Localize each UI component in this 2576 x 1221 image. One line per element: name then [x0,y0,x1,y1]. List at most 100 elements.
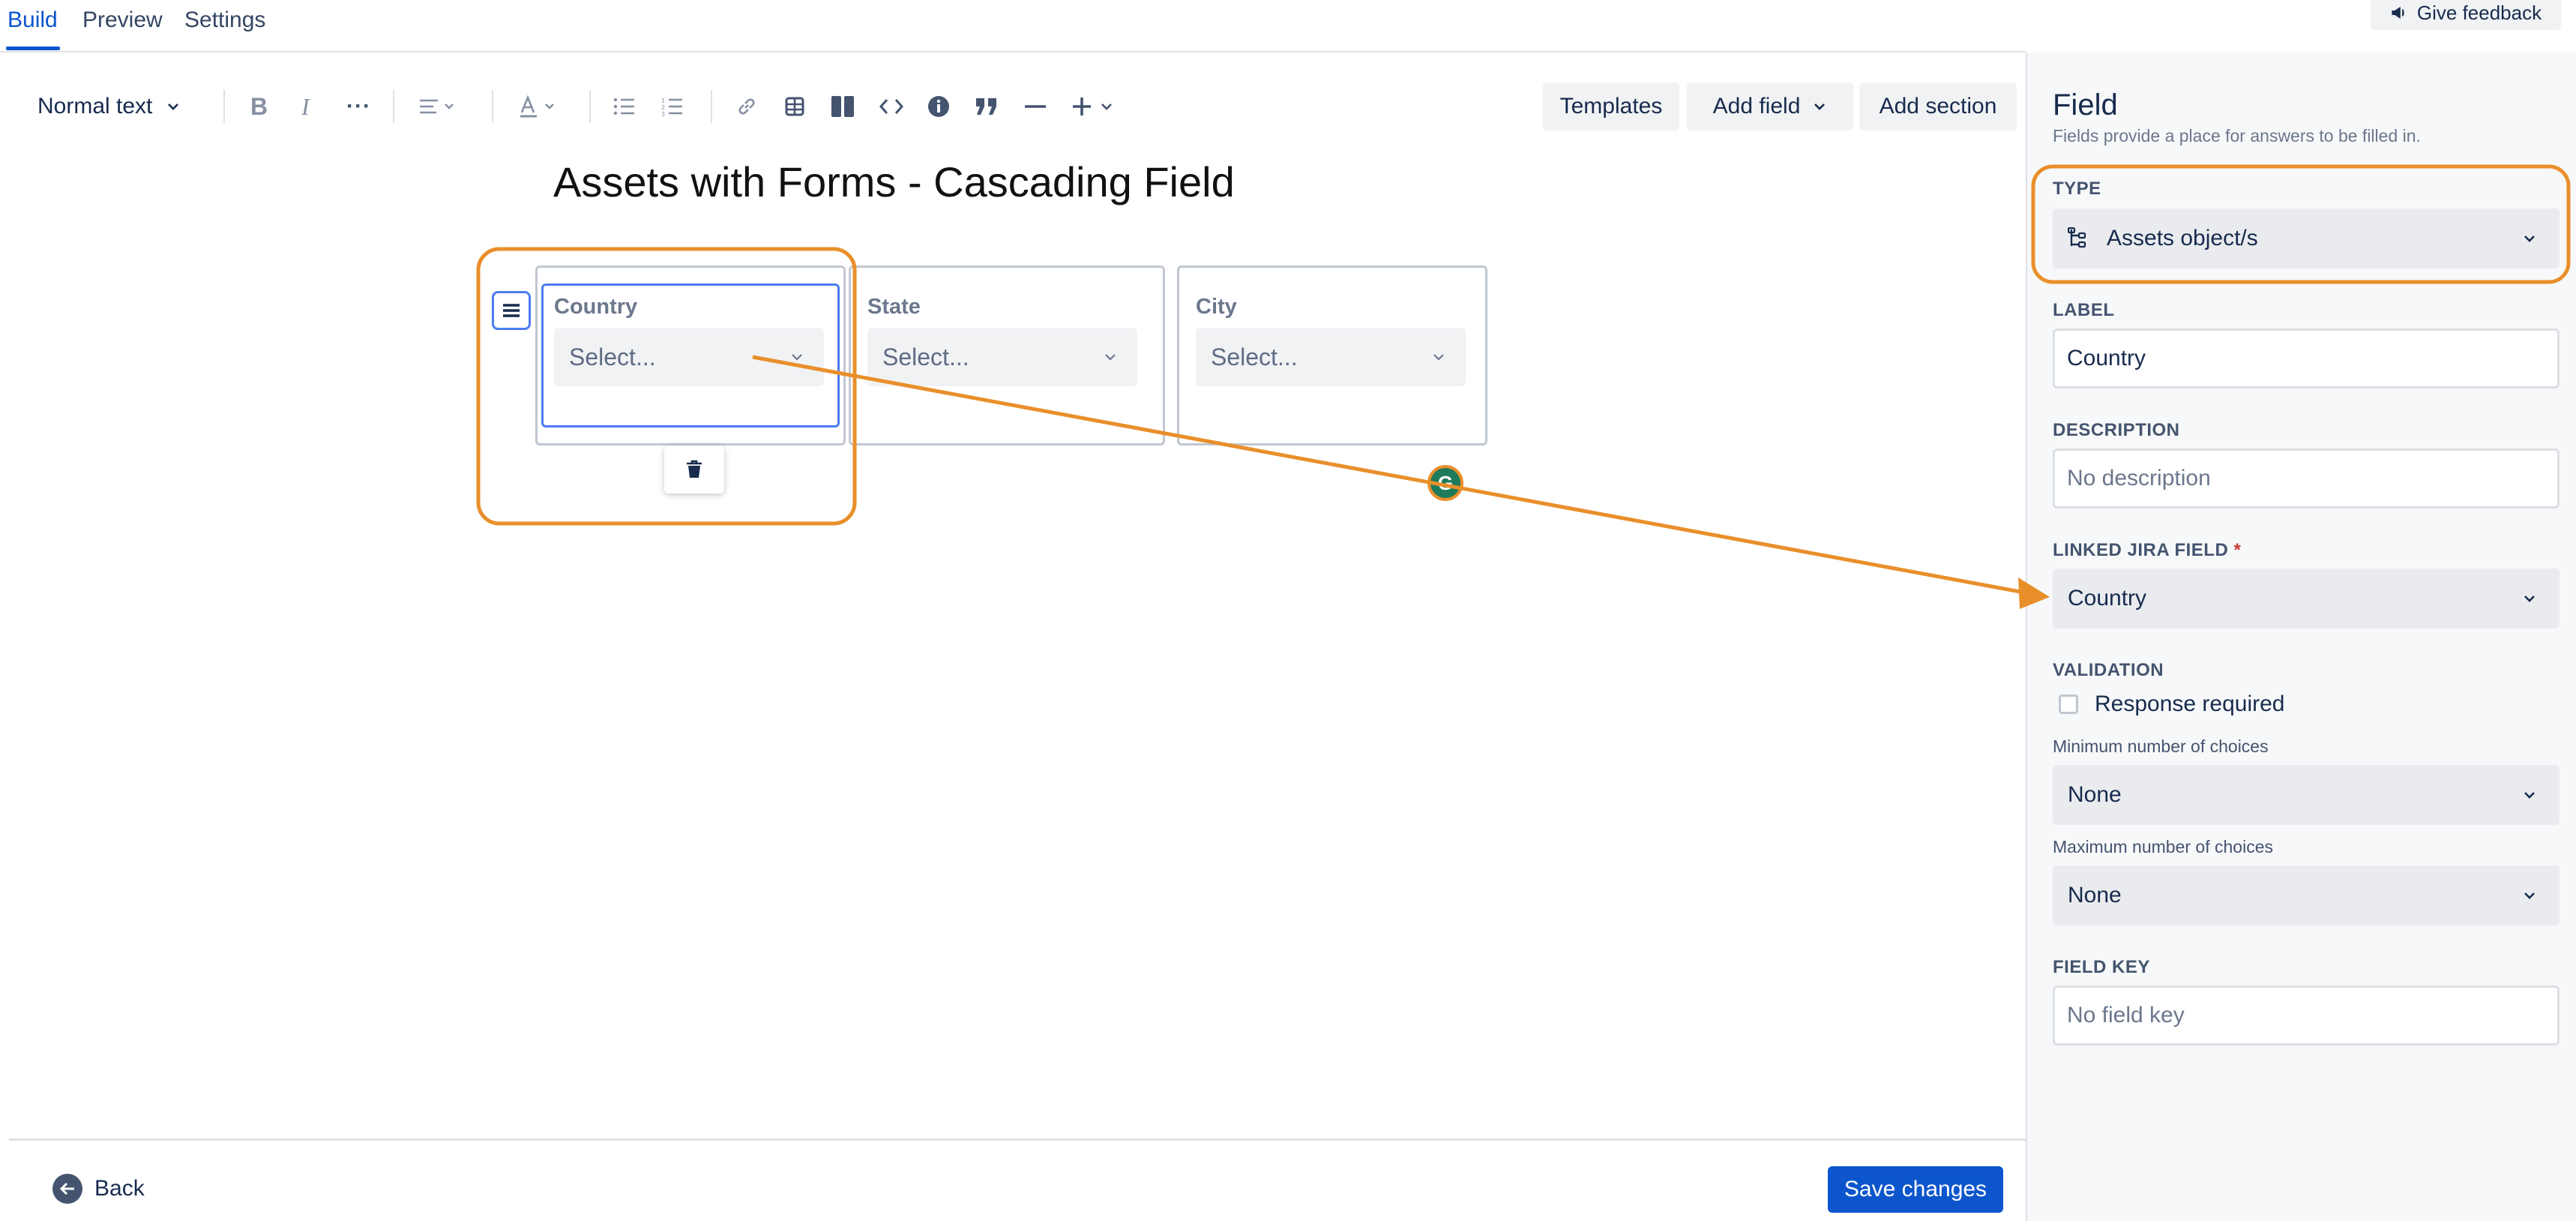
give-feedback-button[interactable]: Give feedback [2371,0,2561,30]
chevron-down-icon [166,99,181,114]
toolbar-divider [589,90,591,123]
footer-bar: Back Save changes [9,1138,2026,1221]
chevron-down-icon [2522,888,2537,903]
tab-settings[interactable]: Settings [184,8,265,33]
tab-preview[interactable]: Preview [82,8,163,33]
delete-field-button[interactable] [664,446,724,494]
description-placeholder: No description [2067,466,2211,491]
city-select[interactable]: Select... [1196,328,1466,386]
save-changes-button[interactable]: Save changes [1828,1166,2003,1213]
table-icon[interactable] [784,75,805,138]
description-label: DESCRIPTION [2053,420,2180,441]
chevron-down-icon [1103,350,1118,364]
selected-field-outline [541,284,840,428]
label-value: Country [2067,346,2146,371]
type-label: TYPE [2053,178,2101,200]
editor-toolbar: Normal text B I ··· 123 [0,75,2026,138]
insert-icon[interactable] [1071,75,1114,138]
info-icon[interactable] [927,75,951,138]
templates-button[interactable]: Templates [1543,82,1679,130]
divider-icon[interactable] [1024,75,1047,138]
min-choices-value: None [2068,782,2122,808]
chevron-down-icon [1431,350,1446,364]
layout-icon[interactable] [831,75,855,138]
text-style-dropdown[interactable]: Normal text [37,75,181,138]
add-section-button[interactable]: Add section [1859,82,2017,130]
add-field-label: Add field [1713,94,1801,119]
response-required-row[interactable]: Response required [2059,692,2285,717]
chevron-down-icon [2522,591,2537,606]
chevron-down-icon [2522,231,2537,246]
description-input[interactable]: No description [2053,448,2560,508]
top-tab-bar: Build Preview Settings [0,0,2026,52]
bold-icon[interactable]: B [250,75,268,138]
toolbar-divider [711,90,712,123]
linked-jira-field-select[interactable]: Country [2053,568,2560,628]
form-title[interactable]: Assets with Forms - Cascading Field [553,158,1235,206]
toolbar-divider [393,90,394,123]
more-icon[interactable]: ··· [346,75,371,138]
toolbar-divider [492,90,493,123]
validation-label: VALIDATION [2053,660,2164,681]
linked-jira-field-text: LINKED JIRA FIELD [2053,540,2228,560]
back-arrow-icon [52,1174,82,1204]
templates-label: Templates [1560,94,1663,119]
form-builder-app: Build Preview Settings Give feedback Nor… [0,0,2576,1221]
text-style-label: Normal text [37,94,152,119]
state-select[interactable]: Select... [867,328,1137,386]
add-field-button[interactable]: Add field [1687,82,1853,130]
text-color-icon[interactable] [517,75,562,138]
megaphone-icon [2390,3,2410,22]
add-section-label: Add section [1880,94,1997,119]
italic-icon[interactable]: I [301,75,310,138]
give-feedback-label: Give feedback [2417,2,2542,25]
min-choices-select[interactable]: None [2053,765,2560,825]
drag-handle-icon[interactable] [492,291,531,330]
max-choices-value: None [2068,883,2122,908]
panel-title: Field [2053,88,2118,122]
response-required-label: Response required [2095,692,2285,717]
city-field[interactable]: City Select... [1177,266,1487,446]
state-field[interactable]: State Select... [849,266,1165,446]
type-select[interactable]: Assets object/s [2053,208,2560,268]
trash-icon [685,460,703,479]
svg-text:1: 1 [661,98,665,104]
hierarchy-icon [2068,227,2087,250]
active-tab-indicator [6,46,60,50]
select-placeholder: Select... [1211,344,1298,371]
select-placeholder: Select... [882,344,969,371]
linked-jira-field-value: Country [2068,586,2146,611]
min-choices-label: Minimum number of choices [2053,736,2269,757]
align-icon[interactable] [418,75,460,138]
chevron-down-icon [1812,99,1827,114]
max-choices-select[interactable]: None [2053,866,2560,926]
response-required-checkbox[interactable] [2059,694,2078,714]
save-changes-label: Save changes [1844,1177,1987,1202]
chevron-down-icon [2522,788,2537,802]
numbered-list-icon[interactable]: 123 [661,75,684,138]
field-label: State [867,295,921,320]
svg-text:2: 2 [661,104,665,111]
toolbar-divider [223,90,225,123]
bullet-list-icon[interactable] [613,75,636,138]
field-label: City [1196,295,1237,320]
tab-build[interactable]: Build [7,8,58,33]
max-choices-label: Maximum number of choices [2053,837,2273,857]
label-input[interactable]: Country [2053,328,2560,388]
label-label: LABEL [2053,300,2115,321]
back-label: Back [94,1176,145,1202]
svg-text:3: 3 [661,111,665,116]
field-properties-panel: Field Fields provide a place for answers… [2026,52,2576,1221]
type-value: Assets object/s [2107,226,2258,251]
required-asterisk: * [2233,540,2241,560]
panel-subtitle: Fields provide a place for answers to be… [2053,126,2421,146]
link-icon[interactable] [735,75,759,138]
field-key-placeholder: No field key [2067,1003,2185,1028]
field-key-input[interactable]: No field key [2053,986,2560,1046]
quote-icon[interactable] [975,75,999,138]
back-button[interactable]: Back [52,1174,145,1204]
field-key-label: FIELD KEY [2053,957,2150,978]
code-icon[interactable] [879,75,904,138]
linked-jira-field-label: LINKED JIRA FIELD * [2053,540,2241,561]
grammarly-icon: G [1427,465,1463,501]
